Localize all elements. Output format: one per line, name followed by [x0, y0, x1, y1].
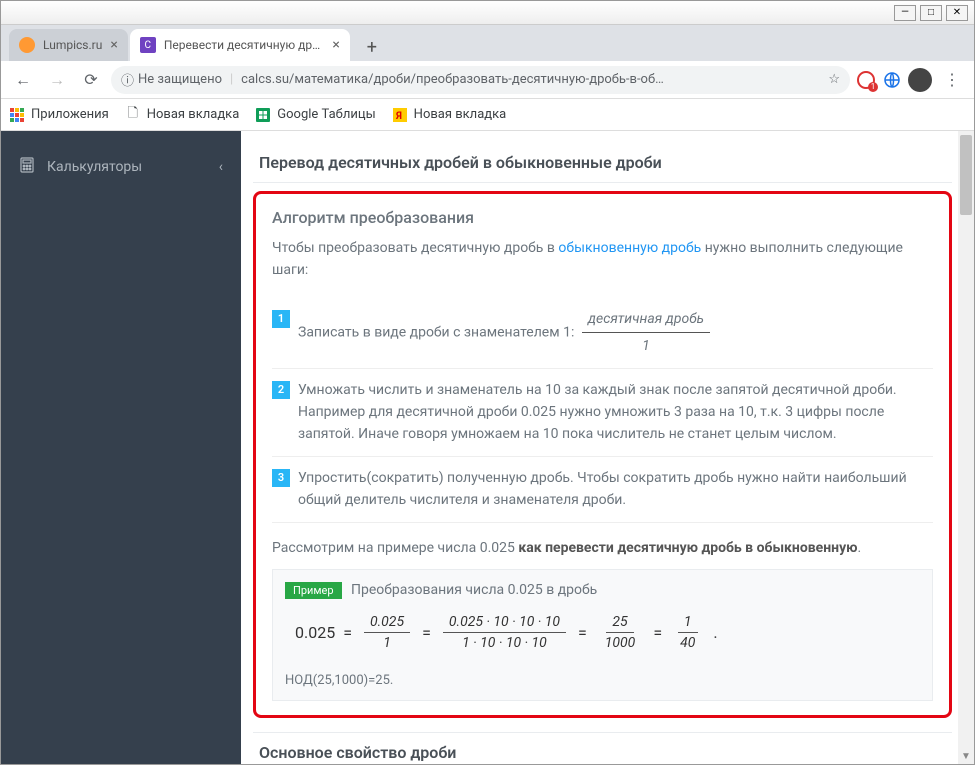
- url-text: calcs.su/математика/дроби/преобразовать-…: [241, 72, 820, 87]
- extension-opera-icon[interactable]: 1: [856, 70, 876, 90]
- info-icon: ⓘ: [121, 70, 134, 89]
- browser-tabstrip: Lumpics.ru × C Перевести десятичную дроб…: [1, 25, 974, 61]
- main-content: Перевод десятичных дробей в обыкновенные…: [241, 131, 974, 764]
- apps-button[interactable]: Приложения: [9, 107, 109, 123]
- step-text: Записать в виде дроби с знаменателем 1: …: [298, 308, 933, 358]
- bookmark-label: Новая вкладка: [147, 107, 240, 122]
- section-header: Перевод десятичных дробей в обыкновенные…: [253, 143, 952, 183]
- algorithm-intro: Чтобы преобразовать десятичную дробь в о…: [272, 237, 933, 282]
- back-button[interactable]: ←: [9, 66, 37, 94]
- step-3: 3 Упростить(сократить) полученную дробь.…: [272, 457, 933, 523]
- example-note: Рассмотрим на примере числа 0.025 как пе…: [272, 537, 933, 559]
- scrollbar-thumb[interactable]: [960, 135, 972, 215]
- page-icon: 🗋: [125, 107, 141, 123]
- bookmark-newtab2[interactable]: Я Новая вкладка: [392, 107, 507, 123]
- scroll-down-icon[interactable]: ▼: [958, 748, 974, 764]
- tab-lumpics[interactable]: Lumpics.ru ×: [9, 29, 128, 61]
- bookmark-label: Приложения: [31, 107, 109, 122]
- fraction-link[interactable]: обыкновенную дробь: [558, 240, 701, 256]
- step-1: 1 Записать в виде дроби с знаменателем 1…: [272, 298, 933, 369]
- step-2: 2 Умножать числить и знаменатель на 10 з…: [272, 369, 933, 457]
- step-number: 1: [272, 310, 290, 328]
- forward-button[interactable]: →: [43, 66, 71, 94]
- close-icon[interactable]: ×: [110, 37, 117, 53]
- gcd-text: НОД(25,1000)=25.: [285, 673, 920, 688]
- new-tab-button[interactable]: +: [358, 33, 386, 61]
- window-titlebar: — □ ✕: [1, 1, 974, 25]
- calculator-icon: [19, 157, 35, 177]
- step-number: 3: [272, 469, 290, 487]
- profile-avatar[interactable]: [908, 68, 932, 92]
- next-section-header: Основное свойство дроби: [253, 732, 952, 764]
- close-icon[interactable]: ×: [332, 37, 339, 53]
- tab-title: Lumpics.ru: [43, 38, 102, 52]
- extension-globe-icon[interactable]: [882, 70, 902, 90]
- sidebar-item-label: Калькуляторы: [47, 159, 142, 175]
- step-number: 2: [272, 381, 290, 399]
- bookmark-label: Google Таблицы: [277, 107, 375, 122]
- badge: 1: [868, 82, 878, 92]
- page-body: Калькуляторы ‹ Перевод десятичных дробей…: [1, 131, 974, 764]
- favicon-icon: [19, 37, 35, 53]
- sidebar: Калькуляторы ‹: [1, 131, 241, 764]
- tab-calcs[interactable]: C Перевести десятичную дробь в ×: [130, 29, 350, 61]
- step-text: Умножать числить и знаменатель на 10 за …: [298, 379, 933, 446]
- favicon-icon: C: [140, 37, 156, 53]
- bookmark-newtab1[interactable]: 🗋 Новая вкладка: [125, 107, 240, 123]
- tab-title: Перевести десятичную дробь в: [164, 38, 325, 52]
- security-status[interactable]: ⓘ Не защищено: [121, 70, 222, 89]
- reload-button[interactable]: ⟳: [77, 66, 105, 94]
- example-box: Пример Преобразования числа 0.025 в дроб…: [272, 569, 933, 701]
- algorithm-panel: Алгоритм преобразования Чтобы преобразов…: [253, 191, 952, 718]
- bookmark-sheets[interactable]: Google Таблицы: [255, 107, 375, 123]
- address-bar[interactable]: ⓘ Не защищено | calcs.su/математика/дроб…: [111, 66, 850, 94]
- bookmark-star-icon[interactable]: ☆: [828, 72, 840, 87]
- menu-button[interactable]: ⋮: [938, 66, 966, 94]
- window-maximize-button[interactable]: □: [920, 5, 942, 21]
- bookmark-label: Новая вкладка: [414, 107, 507, 122]
- example-title: Преобразования числа 0.025 в дробь: [351, 582, 597, 598]
- step-text: Упростить(сократить) полученную дробь. Ч…: [298, 467, 933, 512]
- sheets-icon: [255, 107, 271, 123]
- window-minimize-button[interactable]: —: [894, 5, 916, 21]
- browser-toolbar: ← → ⟳ ⓘ Не защищено | calcs.su/математик…: [1, 61, 974, 99]
- math-equation: 0.025 = 0.0251 = 0.025 · 10 · 10 · 101 ·…: [285, 598, 920, 667]
- yandex-icon: Я: [392, 107, 408, 123]
- chevron-left-icon: ‹: [219, 159, 223, 175]
- scrollbar[interactable]: ▲ ▼: [958, 131, 974, 764]
- fraction: десятичная дробь 1: [582, 308, 710, 358]
- security-text: Не защищено: [138, 72, 222, 87]
- bookmarks-bar: Приложения 🗋 Новая вкладка Google Таблиц…: [1, 99, 974, 131]
- algorithm-title: Алгоритм преобразования: [272, 208, 933, 227]
- apps-icon: [9, 107, 25, 123]
- svg-text:Я: Я: [395, 111, 402, 122]
- window-close-button[interactable]: ✕: [946, 5, 968, 21]
- sidebar-item-calculators[interactable]: Калькуляторы ‹: [1, 147, 241, 187]
- example-badge: Пример: [285, 582, 342, 599]
